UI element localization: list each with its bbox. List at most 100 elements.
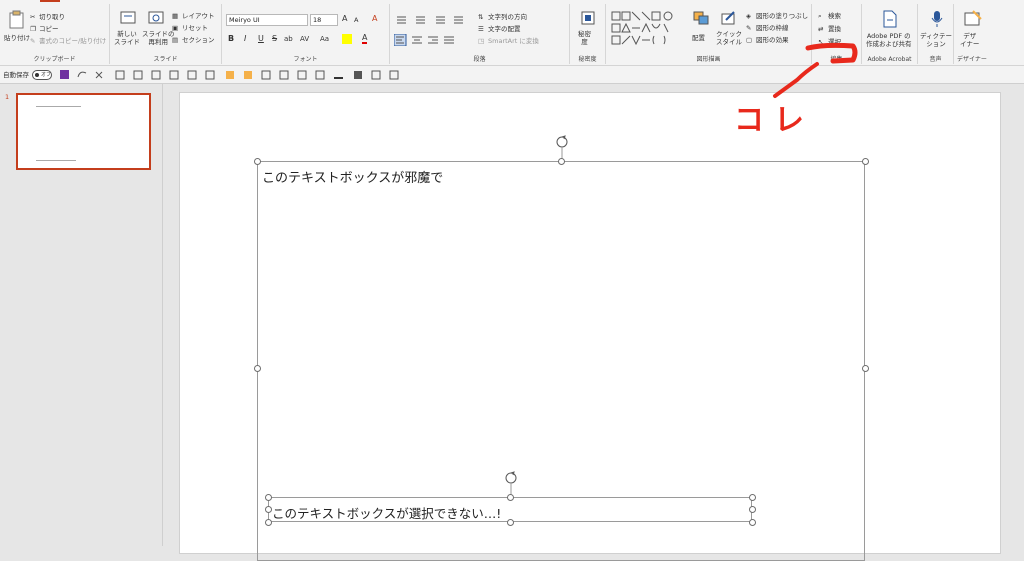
slides-group-label: スライド [153, 56, 178, 63]
qat-icons[interactable] [58, 69, 418, 81]
pdf-icon [883, 10, 897, 28]
slide-thumbnail[interactable] [16, 93, 151, 170]
font-name-select[interactable]: Meiryo UI [226, 14, 308, 26]
vertical-scrollbar[interactable] [1013, 84, 1024, 546]
align-text-icon: ☰ [478, 25, 484, 33]
new-slide-label: 新しい スライド [114, 30, 140, 46]
create-pdf-button[interactable]: Adobe PDF の 作成および共有 [864, 8, 916, 50]
designer-group-label: デザイナー [957, 56, 987, 63]
slide-thumbnail-pane: 1 [0, 84, 163, 546]
small-resize-handle-bl[interactable] [265, 519, 272, 526]
small-resize-handle-l[interactable] [265, 506, 272, 513]
sensitivity-button[interactable]: 秘密 度 [576, 8, 600, 50]
reset-icon: ▣ [172, 24, 179, 32]
find-label: 検索 [828, 12, 841, 20]
smartart-icon: ◳ [478, 37, 485, 45]
underline-button[interactable]: U [258, 35, 264, 43]
arrange-icon [693, 11, 709, 25]
change-case-button[interactable]: Aa [320, 35, 329, 43]
copy-label: コピー [39, 25, 59, 33]
small-resize-handle-b[interactable] [507, 519, 514, 526]
shape-outline-label: 図形の枠線 [756, 24, 789, 32]
voice-group: ディクテー ション 音声 [918, 4, 954, 64]
shrink-font-icon[interactable]: A [354, 16, 358, 24]
paste-icon [9, 10, 24, 29]
brush-icon: ✎ [30, 37, 36, 45]
dictate-button[interactable]: ディクテー ション [920, 8, 954, 50]
resize-handle-tl[interactable] [254, 158, 261, 165]
list-buttons-icon[interactable] [394, 14, 474, 26]
autosave-state: オフ [41, 72, 52, 78]
paste-button[interactable]: 貼り付け [4, 8, 30, 48]
small-resize-handle-tl[interactable] [265, 494, 272, 501]
designer-label: デザ イナー [960, 32, 980, 48]
char-spacing-button[interactable]: AV [300, 35, 309, 43]
format-painter-label: 書式のコピー/貼り付け [39, 37, 107, 45]
quick-access-toolbar: 自動保存 オフ [0, 66, 1024, 84]
resize-handle-l[interactable] [254, 365, 261, 372]
reuse-slides-button[interactable]: スライドの 再利用 [142, 8, 175, 50]
strikethrough-button[interactable]: S [272, 35, 277, 43]
toggle-knob [35, 73, 39, 77]
font-group-label: フォント [293, 56, 318, 63]
font-group: Meiryo UI 18 A A A B I U S ab AV Aa A フォ… [222, 4, 390, 64]
autosave-label: 自動保存 [3, 71, 29, 79]
small-resize-handle-r[interactable] [749, 506, 756, 513]
designer-group: デザ イナー デザイナー [954, 4, 990, 64]
sensitivity-group: 秘密 度 秘密度 [570, 4, 606, 64]
textbox-large-text: このテキストボックスが邪魔で [262, 171, 444, 186]
arrange-button[interactable]: 配置 [690, 8, 712, 50]
small-resize-handle-t[interactable] [507, 494, 514, 501]
reuse-slides-label: スライドの 再利用 [142, 30, 175, 46]
smartart-label: SmartArt に変換 [488, 37, 539, 45]
autosave-toggle[interactable]: オフ [32, 70, 52, 80]
resize-handle-tr[interactable] [862, 158, 869, 165]
new-slide-icon [120, 11, 136, 24]
italic-button[interactable]: I [244, 35, 246, 43]
cut-label: 切り取り [39, 13, 65, 21]
clear-format-icon[interactable]: A [372, 15, 377, 23]
sensitivity-label: 秘密 度 [578, 30, 591, 46]
thumbnail-text-line-1 [36, 106, 81, 107]
shadow-button[interactable]: ab [284, 35, 293, 43]
reset-label: リセット [182, 24, 208, 32]
textbox-small-text: このテキストボックスが選択できない…! [272, 506, 502, 521]
designer-button[interactable]: デザ イナー [956, 8, 990, 50]
replace-label: 置換 [828, 25, 841, 33]
grow-font-icon[interactable]: A [342, 15, 347, 23]
section-icon: ▤ [172, 36, 179, 44]
paste-label: 貼り付け [4, 34, 30, 42]
font-color-button[interactable]: A [362, 34, 368, 44]
thumbnail-text-line-2 [36, 160, 76, 161]
align-buttons-icon[interactable] [394, 34, 474, 46]
acrobat-group-label: Adobe Acrobat [867, 56, 912, 63]
highlight-color-icon[interactable] [342, 34, 352, 44]
shapes-gallery-icon[interactable] [610, 10, 688, 50]
shape-fill-label: 図形の塗りつぶし [756, 12, 809, 20]
bold-button[interactable]: B [228, 35, 234, 43]
resize-handle-t[interactable] [558, 158, 565, 165]
microphone-icon [931, 11, 943, 27]
create-pdf-label: Adobe PDF の 作成および共有 [866, 32, 912, 48]
small-resize-handle-br[interactable] [749, 519, 756, 526]
text-direction-icon: ⇅ [478, 13, 484, 21]
small-resize-handle-tr[interactable] [749, 494, 756, 501]
copy-icon: ❐ [30, 25, 36, 33]
ribbon: 貼り付け ✂ 切り取り ❐ コピー ✎ 書式のコピー/貼り付け クリップボード … [0, 0, 1024, 66]
new-slide-button[interactable]: 新しい スライド [114, 8, 140, 50]
section-label: セクション [182, 36, 215, 44]
align-text-label: 文字の配置 [488, 25, 521, 33]
sensitivity-icon [581, 11, 595, 25]
slides-group: 新しい スライド スライドの 再利用 ▦ レイアウト ▣ リセット ▤ セクショ… [110, 4, 222, 64]
paragraph-group-label: 段落 [473, 56, 486, 63]
dictate-label: ディクテー ション [920, 32, 953, 48]
clipboard-group: 貼り付け ✂ 切り取り ❐ コピー ✎ 書式のコピー/貼り付け クリップボード [0, 4, 110, 64]
scissors-icon: ✂ [30, 13, 36, 21]
slide-canvas[interactable]: このテキストボックスが邪魔で このテキストボックスが選択できない…! [180, 93, 1000, 561]
voice-group-label: 音声 [929, 56, 942, 63]
font-size-select[interactable]: 18 [310, 14, 338, 26]
resize-handle-r[interactable] [862, 365, 869, 372]
layout-label: レイアウト [182, 12, 215, 20]
annotation-text: コレ [734, 103, 814, 138]
replace-icon: ⇄ [818, 25, 824, 33]
